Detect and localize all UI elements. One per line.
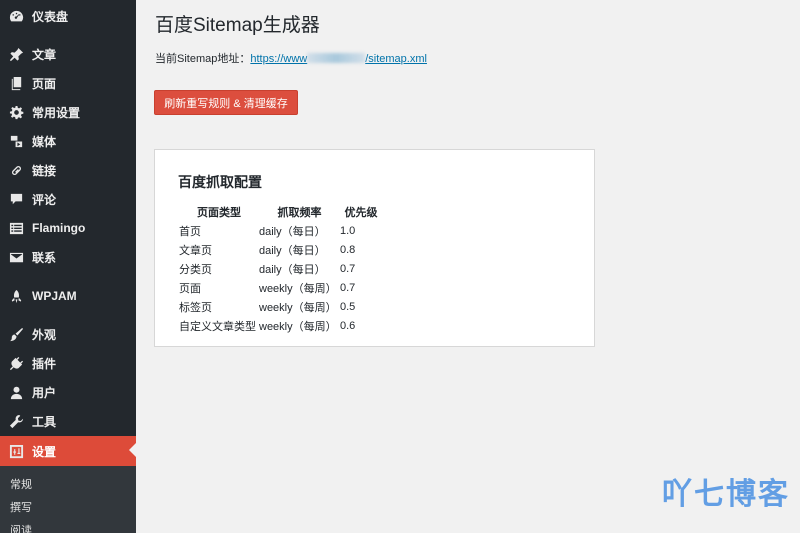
sidebar-item-users[interactable]: 用户: [0, 378, 136, 406]
cell-page-type: 分类页: [179, 263, 212, 276]
sidebar-item-posts[interactable]: 文章: [0, 40, 136, 68]
sidebar-item-label: 外观: [32, 327, 57, 342]
dashboard-icon: [8, 8, 24, 24]
cell-frequency: weekly（每周）: [259, 282, 337, 295]
blurred-domain: [307, 53, 366, 63]
table-row: 标签页 weekly（每周） 0.5: [179, 297, 382, 316]
sidebar-item-label: 媒体: [32, 134, 57, 149]
watermark-logo: 吖七博客: [662, 477, 790, 512]
page-title: 百度Sitemap生成器: [155, 15, 320, 36]
cell-frequency: weekly（每周）: [259, 301, 337, 314]
sidebar-item-label: 常用设置: [32, 105, 81, 120]
sitemap-label: 当前Sitemap地址：: [155, 53, 251, 65]
cell-priority: 0.7: [340, 262, 356, 275]
sitemap-link[interactable]: https://www/sitemap.xml: [250, 53, 427, 65]
cell-frequency: weekly（每周）: [259, 320, 337, 333]
sidebar-item-appearance[interactable]: 外观: [0, 320, 136, 348]
link-icon: [8, 162, 24, 178]
sidebar-item-wpjam[interactable]: WPJAM: [0, 282, 136, 310]
table-row: 首页 daily（每日） 1.0: [179, 221, 382, 240]
table-row: 页面 weekly（每周） 0.7: [179, 278, 382, 297]
sidebar-item-common-settings[interactable]: 常用设置: [0, 98, 136, 126]
sitemap-url-suffix: /sitemap.xml: [365, 53, 427, 65]
mail-icon: [8, 249, 24, 265]
sidebar-item-label: 页面: [32, 76, 57, 91]
cell-priority: 0.7: [340, 281, 356, 294]
header-frequency: 抓取频率: [277, 206, 322, 219]
cell-frequency: daily（每日）: [259, 244, 326, 257]
sidebar-item-settings[interactable]: 设置: [0, 436, 136, 466]
gear-icon: [8, 104, 24, 120]
settings-icon: [8, 443, 24, 459]
sidebar-item-label: 工具: [32, 414, 57, 429]
refresh-rewrite-rules-button[interactable]: 刷新重写规则 & 清理缓存: [154, 90, 298, 115]
cell-priority: 0.5: [340, 300, 356, 313]
cell-priority: 0.6: [340, 319, 356, 332]
sidebar-item-media[interactable]: 媒体: [0, 127, 136, 155]
cell-page-type: 标签页: [179, 301, 212, 314]
sidebar-item-label: 插件: [32, 356, 57, 371]
table-row: 自定义文章类型 weekly（每周） 0.6: [179, 316, 382, 335]
sidebar-item-label: 链接: [32, 163, 57, 178]
sidebar-item-links[interactable]: 链接: [0, 156, 136, 184]
plugin-icon: [8, 355, 24, 371]
list-icon: [8, 220, 24, 236]
sitemap-url-prefix: https://www: [250, 53, 308, 65]
submenu-item-reading[interactable]: 阅读: [10, 522, 32, 533]
sitemap-address-line: 当前Sitemap地址：https://www/sitemap.xml: [155, 50, 427, 66]
card-title: 百度抓取配置: [178, 174, 262, 190]
cell-frequency: daily（每日）: [259, 263, 326, 276]
crawl-config-card: 百度抓取配置 页面类型 抓取频率 优先级 首页 daily（每日） 1.0 文章…: [154, 149, 595, 347]
cell-priority: 1.0: [340, 224, 356, 237]
sidebar-item-plugins[interactable]: 插件: [0, 349, 136, 377]
submenu-item-general[interactable]: 常规: [10, 476, 32, 492]
submenu-item-writing[interactable]: 撰写: [10, 499, 32, 515]
sidebar-item-pages[interactable]: 页面: [0, 69, 136, 97]
pages-icon: [8, 75, 24, 91]
admin-sidebar: 仪表盘 文章 页面 常用设置 媒体 链接 评论 Flamingo 联系 WPJA…: [0, 0, 136, 533]
user-icon: [8, 384, 24, 400]
sidebar-item-label: 用户: [32, 385, 57, 400]
sidebar-item-label: 仪表盘: [32, 9, 69, 24]
table-row: 文章页 daily（每日） 0.8: [179, 240, 382, 259]
header-priority: 优先级: [344, 206, 378, 219]
cell-priority: 0.8: [340, 243, 356, 256]
sidebar-item-label: WPJAM: [32, 289, 77, 303]
sidebar-item-label: 文章: [32, 47, 57, 62]
sidebar-item-flamingo[interactable]: Flamingo: [0, 214, 136, 242]
rocket-icon: [8, 288, 24, 304]
cell-frequency: daily（每日）: [259, 225, 326, 238]
sidebar-item-label: Flamingo: [32, 221, 86, 235]
cell-page-type: 文章页: [179, 244, 212, 257]
sidebar-item-label: 评论: [32, 192, 57, 207]
cell-page-type: 自定义文章类型: [179, 320, 256, 333]
table-header-row: 页面类型 抓取频率 优先级: [179, 202, 382, 221]
sidebar-item-dashboard[interactable]: 仪表盘: [0, 2, 136, 30]
cell-page-type: 首页: [179, 225, 201, 238]
cell-page-type: 页面: [179, 282, 201, 295]
header-page-type: 页面类型: [197, 206, 241, 219]
comment-icon: [8, 191, 24, 207]
wrench-icon: [8, 413, 24, 429]
settings-submenu: 常规 撰写 阅读: [0, 466, 136, 533]
brush-icon: [8, 326, 24, 342]
table-row: 分类页 daily（每日） 0.7: [179, 259, 382, 278]
sidebar-item-comments[interactable]: 评论: [0, 185, 136, 213]
media-icon: [8, 133, 24, 149]
sidebar-item-label: 联系: [32, 250, 57, 265]
sidebar-item-label: 设置: [32, 444, 57, 459]
sidebar-item-tools[interactable]: 工具: [0, 407, 136, 435]
pin-icon: [8, 46, 24, 62]
sidebar-item-contact[interactable]: 联系: [0, 243, 136, 271]
crawl-config-table: 页面类型 抓取频率 优先级 首页 daily（每日） 1.0 文章页 daily…: [179, 202, 382, 335]
